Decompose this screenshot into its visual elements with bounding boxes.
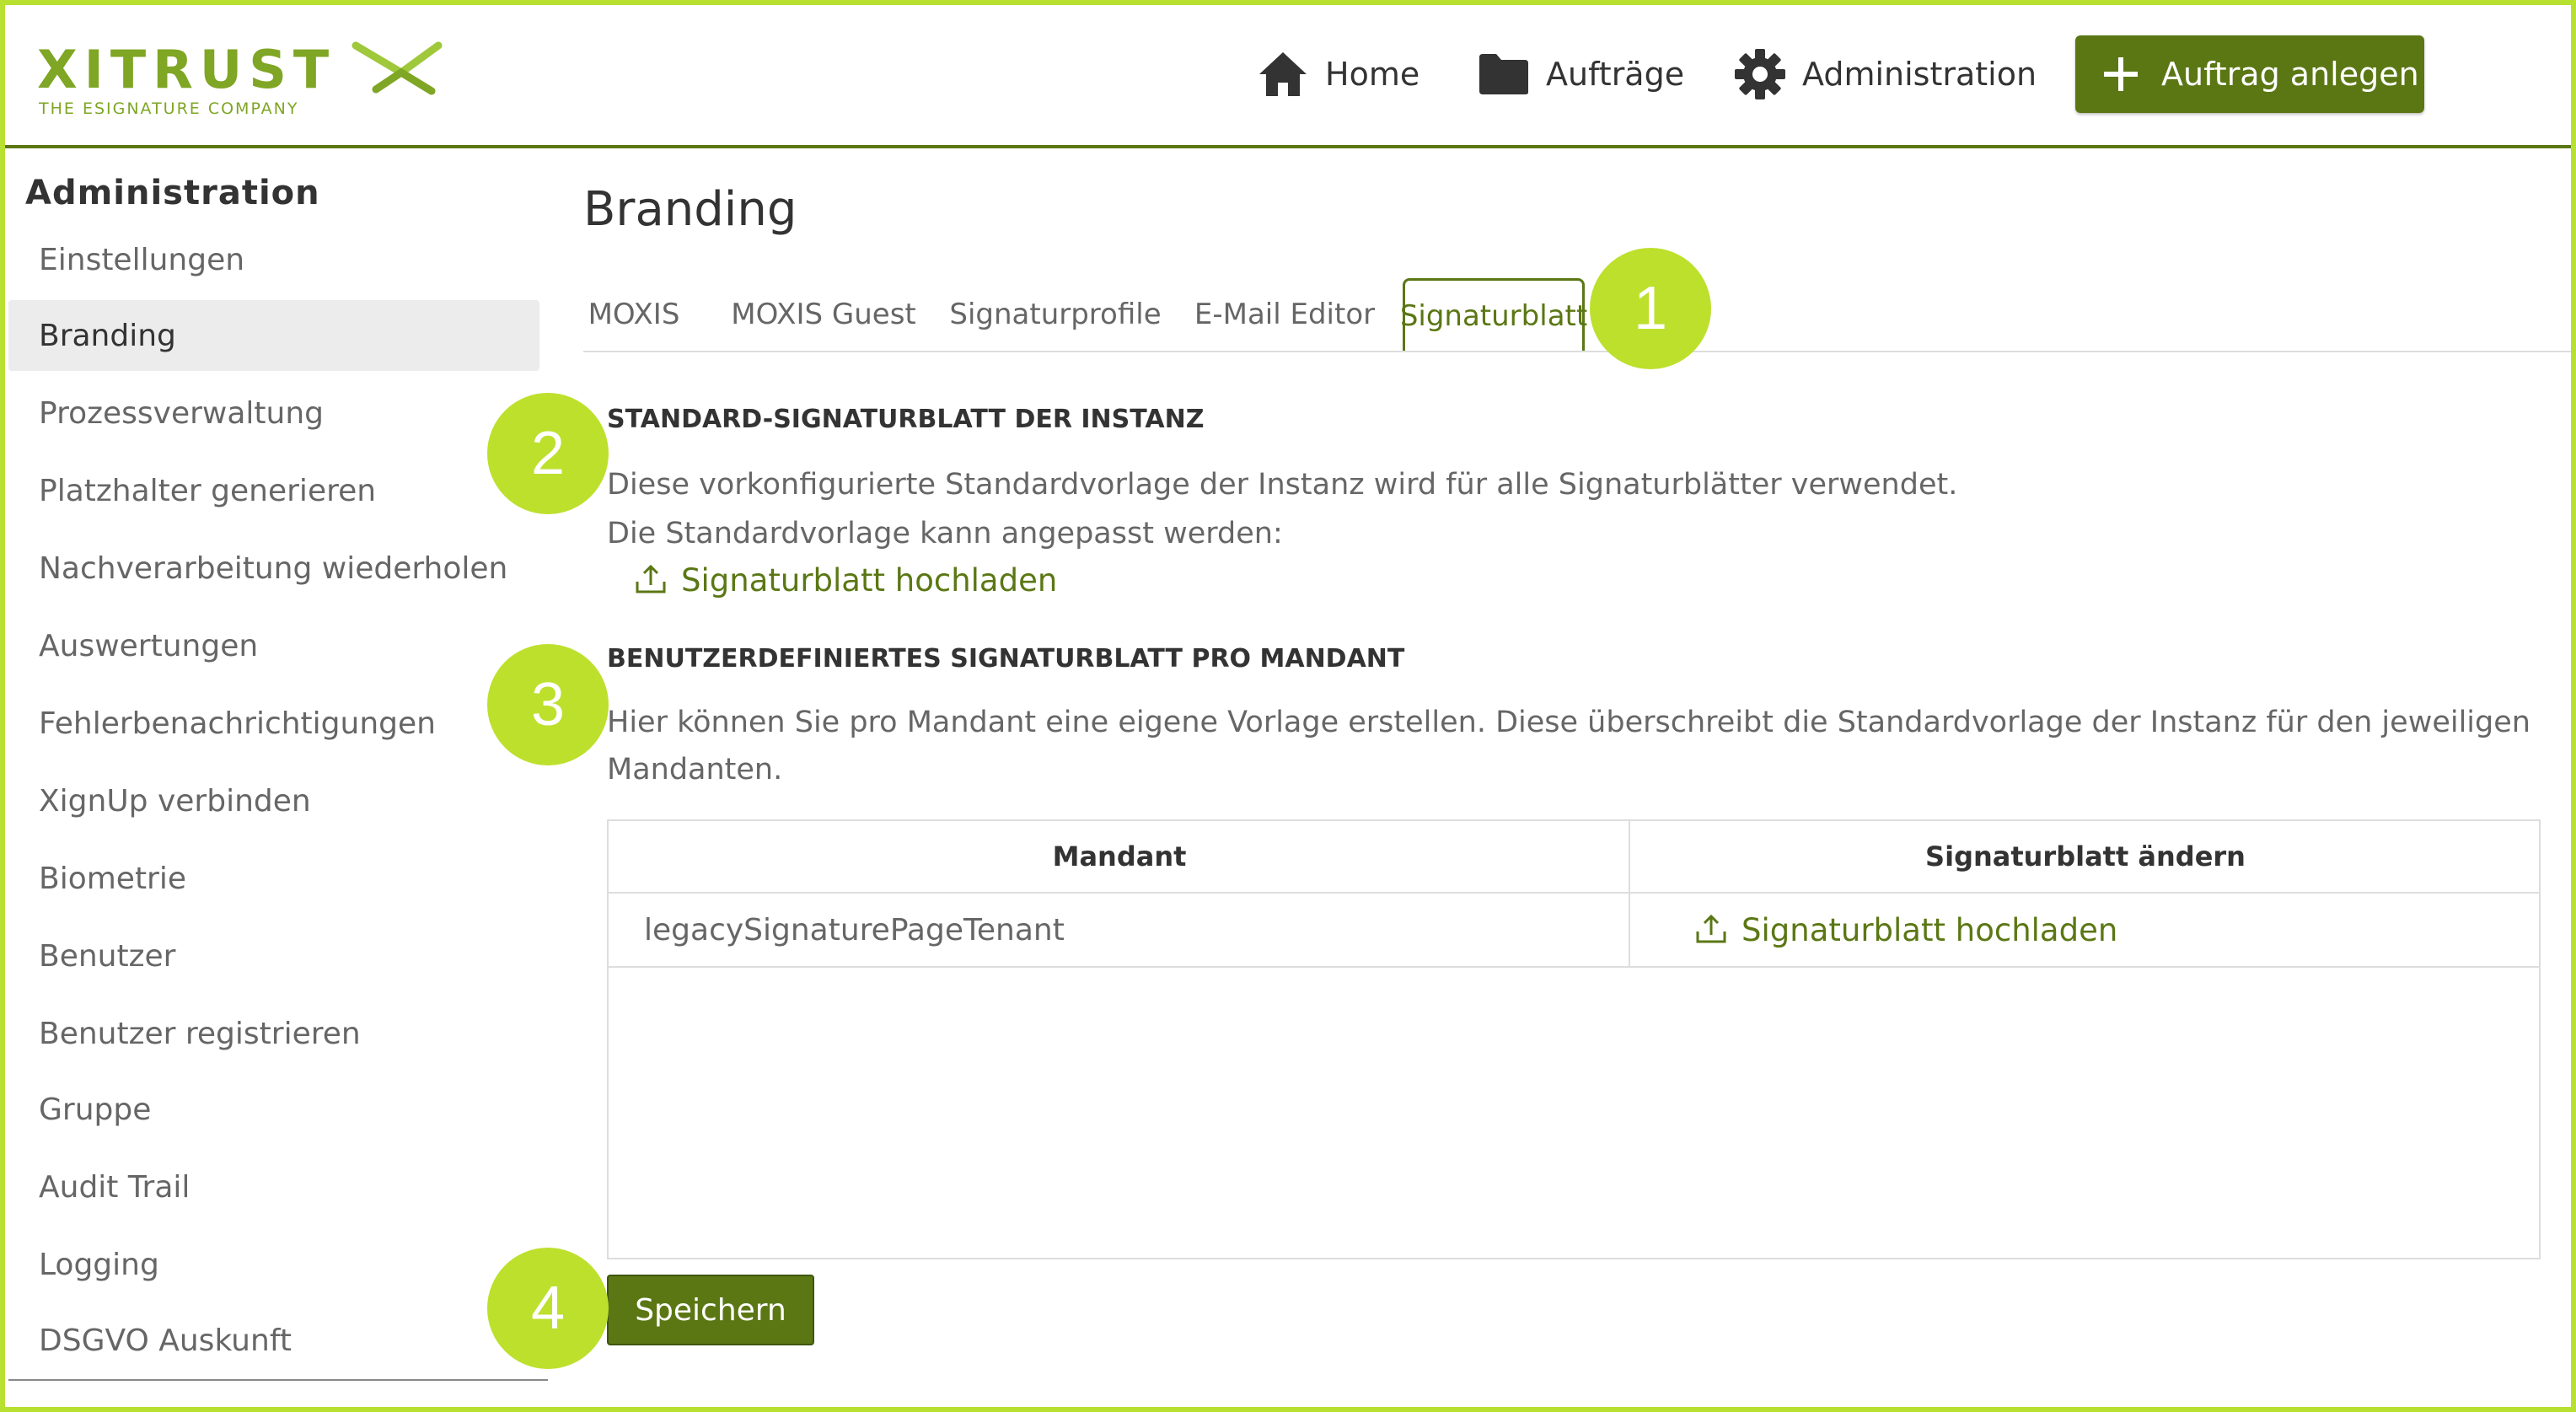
sidebar-item-biometrie[interactable]: Biometrie (8, 843, 539, 914)
sidebar-item-benutzer[interactable]: Benutzer (8, 921, 539, 991)
sidebar-item-platzhalter-generieren[interactable]: Platzhalter generieren (8, 455, 539, 526)
sidebar-item-einstellungen[interactable]: Einstellungen (8, 224, 539, 295)
sidebar-title: Administration (25, 174, 320, 212)
tab-bar-divider (583, 351, 2571, 352)
tenant-section-text-1: Hier können Sie pro Mandant eine eigene … (607, 706, 2530, 739)
save-button[interactable]: Speichern (607, 1275, 814, 1345)
default-section-title: STANDARD-SIGNATURBLATT DER INSTANZ (607, 405, 1205, 434)
sidebar-divider (8, 1379, 548, 1381)
upload-icon (1694, 911, 1731, 948)
gear-icon (1733, 47, 1787, 101)
cell-mandant: legacySignaturePageTenant (644, 912, 1065, 948)
row-upload-label: Signaturblatt hochladen (1741, 911, 2118, 948)
table-column-divider (1629, 821, 1630, 968)
sidebar-item-prozessverwaltung[interactable]: Prozessverwaltung (8, 378, 539, 448)
page-title: Branding (583, 182, 797, 237)
sidebar-item-gruppe[interactable]: Gruppe (8, 1074, 539, 1145)
sidebar-item-audit-trail[interactable]: Audit Trail (8, 1152, 539, 1222)
sidebar-item-nachverarbeitung-wiederholen[interactable]: Nachverarbeitung wiederholen (8, 533, 539, 604)
sidebar-item-xignup-verbinden[interactable]: XignUp verbinden (8, 765, 539, 836)
nav-administration[interactable]: Administration (1733, 40, 2037, 108)
tenant-section-text-2: Mandanten. (607, 753, 783, 787)
sidebar-item-benutzer-registrieren[interactable]: Benutzer registrieren (8, 998, 539, 1069)
sidebar-item-logging[interactable]: Logging (8, 1229, 539, 1300)
logo-x-mark (352, 41, 443, 95)
tab-signaturprofile[interactable]: Signaturprofile (946, 278, 1165, 351)
create-order-button[interactable]: Auftrag anlegen (2075, 35, 2424, 113)
logo-tagline: THE ESIGNATURE COMPANY (39, 99, 299, 118)
nav-administration-label: Administration (1802, 56, 2037, 93)
default-section-text-2: Die Standardvorlage kann angepasst werde… (607, 517, 1283, 550)
sidebar-item-auswertungen[interactable]: Auswertungen (8, 610, 539, 681)
header-divider (5, 145, 2571, 148)
nav-home[interactable]: Home (1256, 40, 1419, 108)
table-row-action: Signaturblatt hochladen (1630, 894, 2541, 968)
tab-signaturblatt[interactable]: Signaturblatt (1400, 278, 1587, 351)
callout-badge-3: 3 (487, 644, 609, 765)
nav-auftraege[interactable]: Aufträge (1477, 40, 1684, 108)
folder-icon (1477, 47, 1531, 101)
row-upload-link[interactable]: Signaturblatt hochladen (1694, 911, 2117, 948)
table-row: legacySignaturePageTenant (609, 894, 1630, 968)
column-header-signaturblatt: Signaturblatt ändern (1630, 821, 2541, 894)
upload-icon (634, 561, 671, 599)
sidebar-item-branding[interactable]: Branding (8, 300, 539, 371)
default-section-text-1: Diese vorkonfigurierte Standardvorlage d… (607, 468, 1958, 502)
plus-icon (2096, 49, 2146, 99)
nav-home-label: Home (1325, 56, 1420, 93)
tab-moxis[interactable]: MOXIS (583, 278, 684, 351)
tab-email-editor[interactable]: E-Mail Editor (1185, 278, 1384, 351)
default-upload-label: Signaturblatt hochladen (681, 561, 1058, 599)
nav-auftraege-label: Aufträge (1546, 56, 1685, 93)
tab-moxis-guest[interactable]: MOXIS Guest (718, 278, 929, 351)
logo-wordmark: XITRUST (37, 39, 336, 100)
xitrust-logo[interactable]: XITRUST THE ESIGNATURE COMPANY (37, 35, 443, 120)
tenant-section-title: BENUTZERDEFINIERTES SIGNATURBLATT PRO MA… (607, 644, 1405, 674)
tenant-table: Mandant Signaturblatt ändern legacySigna… (607, 819, 2541, 1259)
home-icon (1256, 47, 1310, 101)
sidebar-item-fehlerbenachrichtigungen[interactable]: Fehlerbenachrichtigungen (8, 688, 539, 759)
callout-badge-4: 4 (487, 1248, 609, 1369)
callout-badge-2: 2 (487, 393, 609, 514)
create-order-label: Auftrag anlegen (2161, 56, 2419, 93)
column-header-mandant: Mandant (609, 821, 1630, 894)
default-upload-link[interactable]: Signaturblatt hochladen (634, 561, 1057, 599)
sidebar-item-dsgvo-auskunft[interactable]: DSGVO Auskunft (8, 1305, 539, 1376)
callout-badge-1: 1 (1590, 248, 1711, 369)
